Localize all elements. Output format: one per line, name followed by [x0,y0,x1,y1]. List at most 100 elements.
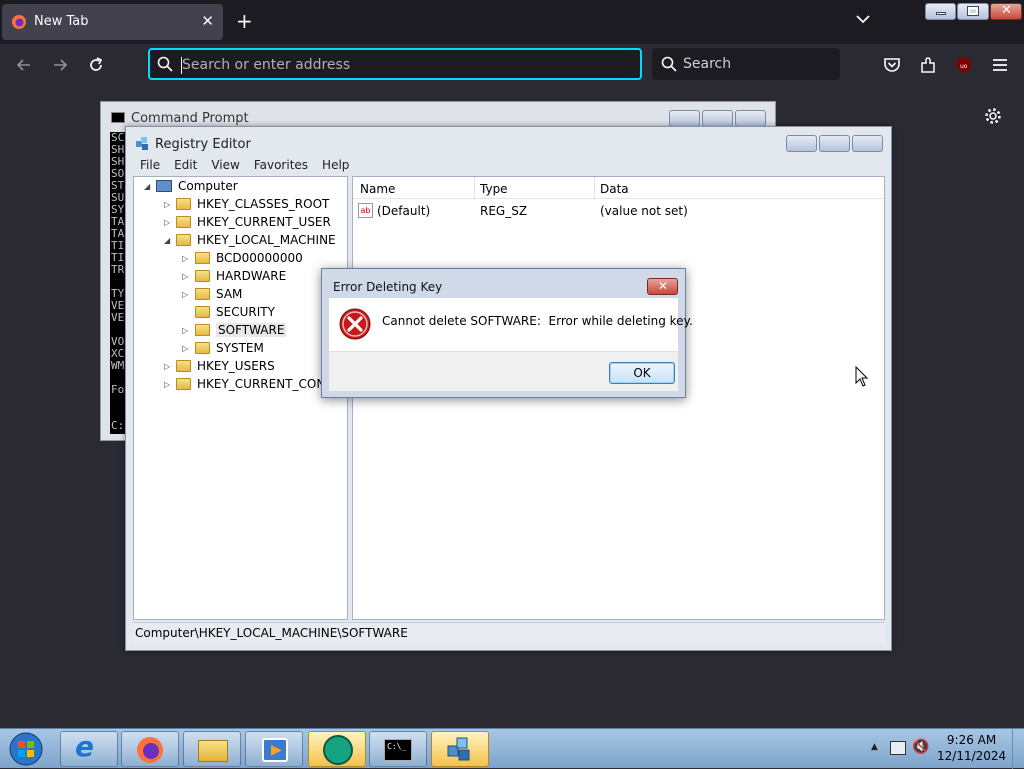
taskbar-explorer-button[interactable] [183,731,241,767]
minimize-button[interactable] [925,3,956,20]
expand-arrow-icon[interactable]: ▷ [164,200,170,209]
ok-button[interactable]: OK [609,362,675,384]
ublock-origin-icon[interactable]: uo [954,55,974,75]
expand-arrow-icon[interactable]: ▷ [182,254,188,263]
computer-icon [156,180,172,192]
expand-arrow-icon[interactable]: ▷ [164,362,170,371]
network-icon[interactable] [890,741,906,755]
show-desktop-button[interactable] [1012,729,1024,769]
close-window-button[interactable]: ✕ [990,3,1022,20]
tree-item-hkcu[interactable]: HKEY_CURRENT_USER [176,213,331,231]
folder-icon [176,234,191,246]
restore-button[interactable] [957,3,989,20]
value-data: (value not set) [600,204,688,218]
cmd-maximize-button[interactable] [702,110,733,127]
expand-arrow-icon[interactable]: ▷ [182,344,188,353]
folder-icon [195,288,210,300]
tree-label: SECURITY [216,305,275,319]
menu-help[interactable]: Help [322,158,349,172]
settings-gear-icon[interactable] [984,107,1002,125]
menu-view[interactable]: View [211,158,239,172]
tree-label-selected: SOFTWARE [216,323,287,337]
tree-item-system[interactable]: SYSTEM [195,339,264,357]
reload-icon[interactable] [86,55,106,75]
menu-edit[interactable]: Edit [174,158,197,172]
tree-item-hkcc[interactable]: HKEY_CURRENT_CONFIG [176,375,345,393]
value-type: REG_SZ [480,204,528,218]
regedit-close-button[interactable] [852,135,883,152]
taskbar-firefox-button[interactable] [121,731,179,767]
tray-expand-icon[interactable]: ▲ [871,742,878,752]
regedit-minimize-button[interactable] [786,135,817,152]
hamburger-menu-icon[interactable] [990,55,1010,75]
search-icon [157,56,173,72]
search-icon [661,56,677,72]
address-bar[interactable]: Search or enter address [148,48,642,80]
taskbar-cmd-button[interactable]: C:\_ [369,731,427,767]
column-type[interactable]: Type [480,182,508,196]
tree-item-software[interactable]: SOFTWARE [195,321,287,339]
taskbar-media-button[interactable]: ▶ [245,731,303,767]
command-prompt-icon: C:\_ [384,739,412,761]
tree-item-hardware[interactable]: HARDWARE [195,267,286,285]
pocket-icon[interactable] [882,55,902,75]
cmd-close-button[interactable] [735,110,766,127]
folder-icon [195,342,210,354]
folder-icon [195,252,210,264]
menu-file[interactable]: File [140,158,160,172]
value-row[interactable]: ab (Default) REG_SZ (value not set) [358,203,878,221]
tree-item-bcd[interactable]: BCD00000000 [195,249,303,267]
tree-label: HARDWARE [216,269,287,283]
taskbar-app-button[interactable] [308,731,366,767]
expand-arrow-icon[interactable]: ▷ [182,326,188,335]
extensions-icon[interactable] [918,55,938,75]
chevron-down-icon[interactable] [856,14,870,24]
registry-values-list[interactable]: Name Type Data ab (Default) REG_SZ (valu… [352,176,885,620]
tree-item-computer[interactable]: Computer [156,177,238,195]
taskbar: e ▶ C:\_ ▲ 🔇 9:26 AM 12/11/2024 [0,728,1024,769]
folder-icon [198,740,228,762]
tree-item-hkcr[interactable]: HKEY_CLASSES_ROOT [176,195,329,213]
taskbar-ie-button[interactable]: e [60,730,118,767]
status-path: Computer\HKEY_LOCAL_MACHINE\SOFTWARE [135,626,408,640]
regedit-maximize-button[interactable] [819,135,850,152]
tree-item-security[interactable]: SECURITY [195,303,275,321]
tree-item-hku[interactable]: HKEY_USERS [176,357,275,375]
system-clock[interactable]: 9:26 AM 12/11/2024 [937,732,1006,764]
expand-arrow-icon[interactable]: ▷ [182,290,188,299]
expand-arrow-icon[interactable]: ▷ [182,272,188,281]
column-divider[interactable] [594,177,595,199]
close-tab-icon[interactable]: ✕ [201,12,214,30]
column-divider[interactable] [474,177,475,199]
volume-muted-icon[interactable]: 🔇 [912,739,929,755]
browser-tab[interactable]: New Tab ✕ [2,4,223,40]
search-bar[interactable]: Search [652,48,840,80]
registry-tree[interactable]: ◢ Computer ▷ HKEY_CLASSES_ROOT ▷ HKEY_CU… [133,176,348,620]
expand-arrow-icon[interactable]: ▷ [164,218,170,227]
error-dialog[interactable]: Error Deleting Key ✕ Cannot delete SOFTW… [321,268,693,398]
string-value-icon: ab [358,203,373,218]
cmd-minimize-button[interactable] [669,110,700,127]
svg-text:uo: uo [960,63,968,70]
collapse-arrow-icon[interactable]: ◢ [144,182,150,191]
taskbar-regedit-button[interactable] [431,731,489,767]
column-name[interactable]: Name [360,182,395,196]
cmd-icon [111,112,125,123]
tree-item-sam[interactable]: SAM [195,285,242,303]
new-tab-button[interactable]: + [236,11,253,31]
media-player-icon: ▶ [262,738,288,762]
start-orb-icon[interactable] [6,731,46,767]
column-data[interactable]: Data [600,182,629,196]
app-green-icon [323,735,353,765]
dialog-message: Cannot delete SOFTWARE: Error while dele… [382,314,693,328]
back-arrow-icon[interactable] [14,55,34,75]
collapse-arrow-icon[interactable]: ◢ [164,236,170,245]
list-header: Name Type Data [353,177,884,199]
tree-item-hklm[interactable]: HKEY_LOCAL_MACHINE [176,231,336,249]
folder-icon [176,198,191,210]
dialog-footer: OK [329,351,678,391]
dialog-close-button[interactable]: ✕ [647,278,678,295]
menu-favorites[interactable]: Favorites [254,158,308,172]
forward-arrow-icon[interactable] [50,55,70,75]
expand-arrow-icon[interactable]: ▷ [164,380,170,389]
